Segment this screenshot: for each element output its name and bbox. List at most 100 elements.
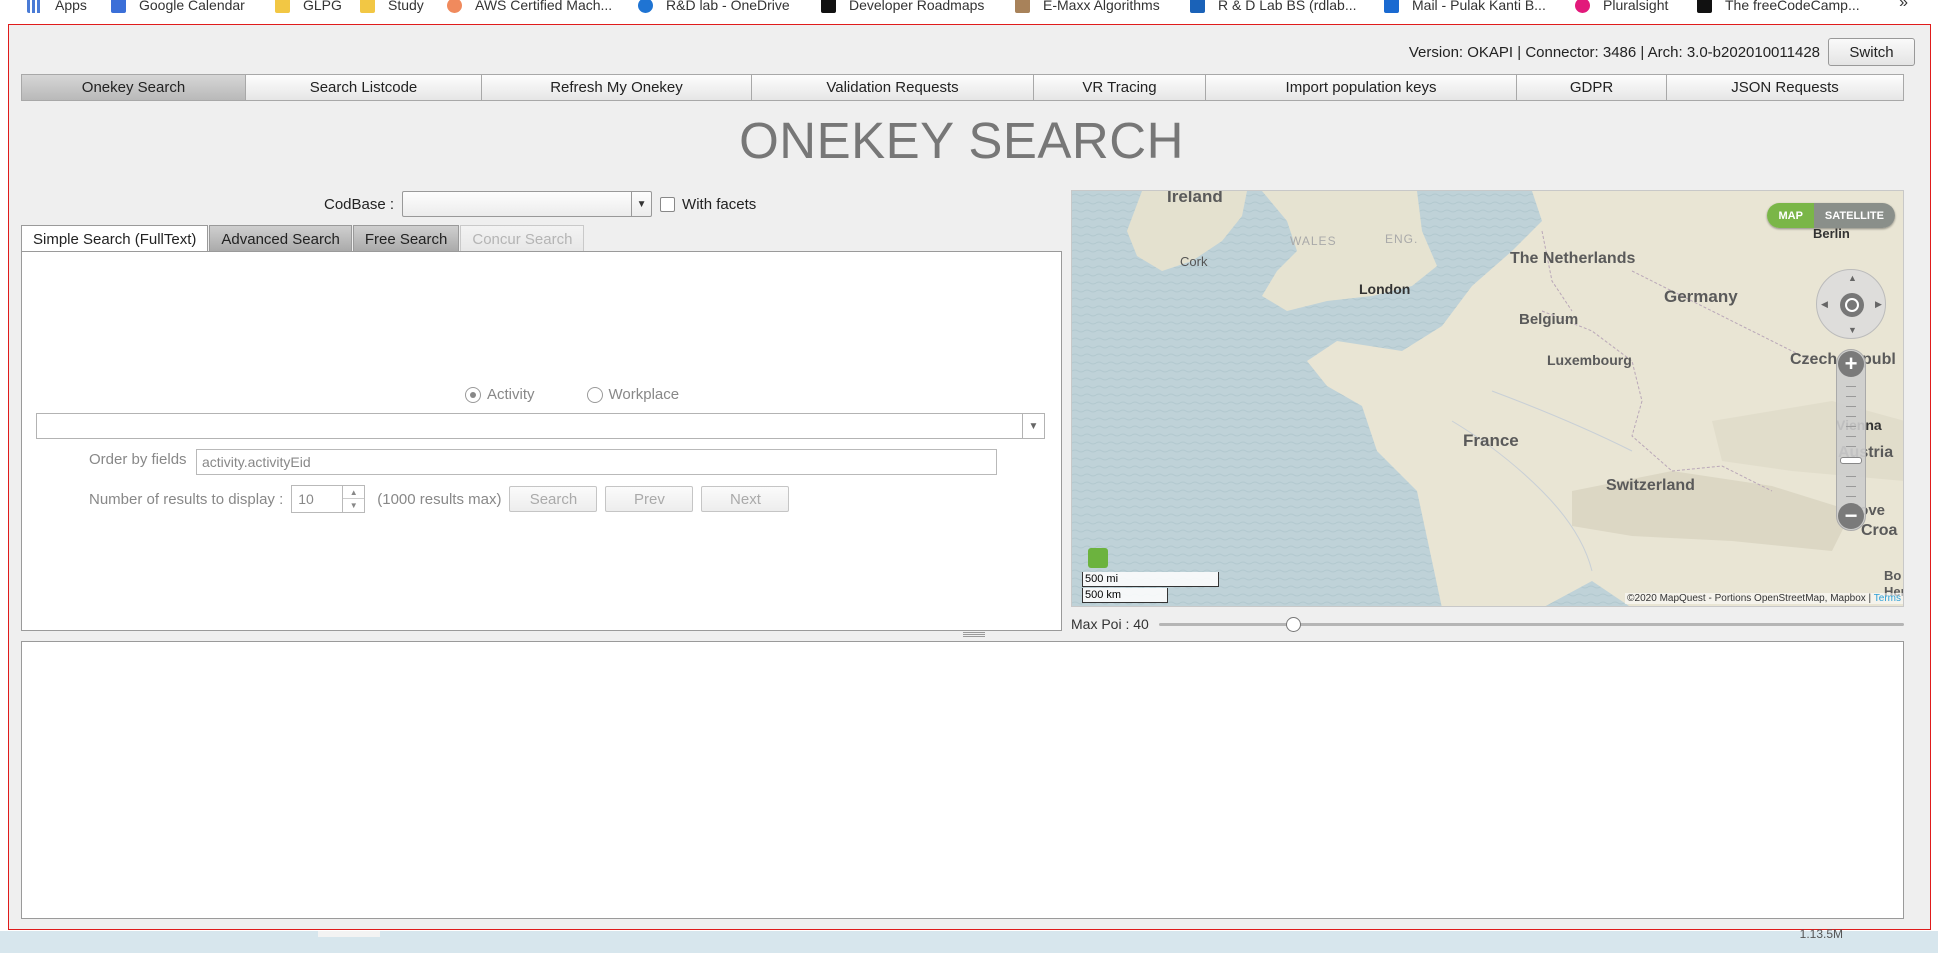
- simple-search-panel: Activity Workplace ▼ Order by fields Num…: [21, 251, 1062, 631]
- map-label-cork: Cork: [1180, 254, 1208, 269]
- status-text: 1.13.5M: [1799, 927, 1843, 941]
- map-label-luxembourg: Luxembourg: [1547, 352, 1632, 368]
- stepper-down-icon[interactable]: ▼: [343, 499, 364, 512]
- nav-search-listcode[interactable]: Search Listcode: [246, 75, 482, 100]
- checkbox-box[interactable]: [660, 196, 676, 212]
- bookmark-mail[interactable]: Mail - Pulak Kanti B...: [1384, 0, 1546, 15]
- results-max-label: (1000 results max): [377, 490, 502, 508]
- bookmark-emaxx[interactable]: E-Maxx Algorithms: [1015, 0, 1160, 15]
- max-poi-slider-thumb[interactable]: [1285, 616, 1301, 632]
- bookmark-study[interactable]: Study: [360, 0, 424, 15]
- map-label-eng: ENG.: [1385, 232, 1419, 246]
- zoom-slider-thumb[interactable]: [1840, 457, 1862, 464]
- map-label-ireland: Ireland: [1167, 190, 1223, 206]
- zoom-in-icon[interactable]: +: [1838, 351, 1864, 377]
- search-button[interactable]: Search: [509, 486, 598, 512]
- recenter-icon[interactable]: [1840, 293, 1864, 317]
- prev-button[interactable]: Prev: [605, 486, 694, 512]
- switch-button[interactable]: Switch: [1828, 38, 1915, 66]
- bookmark-label: Developer Roadmaps: [849, 0, 985, 13]
- map-pan-control[interactable]: ▲ ▼ ◀ ▶: [1816, 269, 1886, 339]
- tab-free-search[interactable]: Free Search: [352, 225, 460, 252]
- stepper-up-icon[interactable]: ▲: [343, 486, 365, 499]
- folder-icon: [275, 0, 290, 13]
- bookmark-aws[interactable]: AWS Certified Mach...: [447, 0, 612, 15]
- tab-simple-search[interactable]: Simple Search (FullText): [21, 225, 209, 252]
- map-type-map-button[interactable]: MAP: [1767, 203, 1814, 228]
- codbase-select[interactable]: ▼: [402, 191, 653, 217]
- tab-advanced-search[interactable]: Advanced Search: [209, 225, 352, 252]
- bookmark-google-calendar[interactable]: Google Calendar: [111, 0, 245, 15]
- with-facets-label: With facets: [682, 195, 757, 213]
- bookmark-label: Pluralsight: [1603, 0, 1669, 13]
- main-nav: Onekey Search Search Listcode Refresh My…: [21, 74, 1904, 101]
- bookmark-label: The freeCodeCamp...: [1725, 0, 1860, 13]
- bookmarks-overflow-button[interactable]: »: [1899, 0, 1908, 12]
- map-label-croatia: Croa: [1861, 522, 1898, 539]
- nav-vr-tracing[interactable]: VR Tracing: [1034, 75, 1206, 100]
- pan-up-icon[interactable]: ▲: [1848, 273, 1857, 283]
- nav-refresh-my-onekey[interactable]: Refresh My Onekey: [482, 75, 752, 100]
- radio-label: Workplace: [608, 386, 680, 403]
- map-label-germany: Germany: [1664, 287, 1738, 306]
- bookmark-glpg[interactable]: GLPG: [275, 0, 342, 15]
- with-facets-checkbox[interactable]: With facets: [660, 196, 756, 213]
- nav-onekey-search[interactable]: Onekey Search: [22, 75, 246, 100]
- page-title: ONEKEY SEARCH: [739, 112, 1184, 169]
- nav-gdpr[interactable]: GDPR: [1517, 75, 1667, 100]
- trello-icon: [1190, 0, 1205, 13]
- terms-link[interactable]: Terms: [1874, 593, 1901, 604]
- map-label-belgium: Belgium: [1519, 311, 1579, 328]
- radio-workplace[interactable]: Workplace: [586, 386, 680, 403]
- cloud-icon: [447, 0, 462, 13]
- stepper-value: 10: [298, 491, 314, 507]
- mapquest-logo-icon: [1088, 548, 1108, 568]
- radio-activity[interactable]: Activity: [465, 386, 535, 403]
- scale-bar-km: 500 km: [1082, 588, 1168, 603]
- chevron-down-icon[interactable]: ▼: [631, 192, 651, 216]
- results-panel: [21, 641, 1904, 919]
- max-poi-slider[interactable]: [1158, 616, 1904, 632]
- pan-left-icon[interactable]: ◀: [1821, 299, 1828, 310]
- pan-down-icon[interactable]: ▼: [1848, 325, 1857, 335]
- map-attribution: ©2020 MapQuest - Portions OpenStreetMap,…: [1625, 593, 1903, 604]
- nav-import-population-keys[interactable]: Import population keys: [1206, 75, 1517, 100]
- radio-button[interactable]: [586, 386, 603, 403]
- map-view[interactable]: Ireland WALES ENG. Cork London The Nethe…: [1071, 190, 1904, 607]
- panel-splitter-handle[interactable]: [963, 632, 985, 638]
- max-poi-row: Max Poi : 40: [1071, 614, 1904, 634]
- bookmark-label: Mail - Pulak Kanti B...: [1412, 0, 1546, 13]
- chevron-down-icon[interactable]: ▼: [1022, 414, 1044, 438]
- bookmarks-bar: Apps Google Calendar GLPG Study AWS Cert…: [0, 0, 1938, 22]
- bookmark-apps[interactable]: Apps: [27, 0, 87, 15]
- map-label-france: France: [1463, 431, 1519, 450]
- fulltext-search-combobox[interactable]: ▼: [36, 413, 1045, 439]
- results-count-stepper[interactable]: 10 ▲ ▼: [291, 485, 366, 513]
- next-button[interactable]: Next: [701, 486, 790, 512]
- nav-validation-requests[interactable]: Validation Requests: [752, 75, 1034, 100]
- order-by-input[interactable]: [196, 449, 997, 475]
- bookmark-freecodecamp[interactable]: The freeCodeCamp...: [1697, 0, 1860, 15]
- map-zoom-control[interactable]: + −: [1836, 349, 1866, 531]
- bookmark-label: GLPG: [303, 0, 342, 13]
- zoom-out-icon[interactable]: −: [1838, 503, 1864, 529]
- map-label-bo: Bo: [1884, 568, 1902, 583]
- bookmark-developer-roadmaps[interactable]: Developer Roadmaps: [821, 0, 984, 15]
- pan-right-icon[interactable]: ▶: [1875, 299, 1882, 310]
- radio-button[interactable]: [465, 386, 481, 403]
- roadmap-icon: [821, 0, 836, 13]
- bookmark-onedrive[interactable]: R&D lab - OneDrive: [638, 0, 790, 15]
- codbase-label: CodBase :: [324, 195, 395, 213]
- bookmark-label: Google Calendar: [139, 0, 245, 13]
- bookmark-label: E-Maxx Algorithms: [1043, 0, 1160, 13]
- bookmark-label: R&D lab - OneDrive: [666, 0, 790, 13]
- bookmark-label: Apps: [55, 0, 87, 13]
- bookmark-rd-lab-bs[interactable]: R & D Lab BS (rdlab...: [1190, 0, 1357, 15]
- map-label-berlin: Berlin: [1813, 226, 1850, 241]
- map-type-satellite-button[interactable]: SATELLITE: [1813, 203, 1895, 228]
- attribution-text: ©2020 MapQuest - Portions OpenStreetMap,…: [1627, 593, 1872, 604]
- freecodecamp-icon: [1697, 0, 1712, 13]
- nav-json-requests[interactable]: JSON Requests: [1667, 75, 1903, 100]
- map-type-toggle: MAP SATELLITE: [1767, 203, 1895, 228]
- bookmark-pluralsight[interactable]: Pluralsight: [1575, 0, 1668, 15]
